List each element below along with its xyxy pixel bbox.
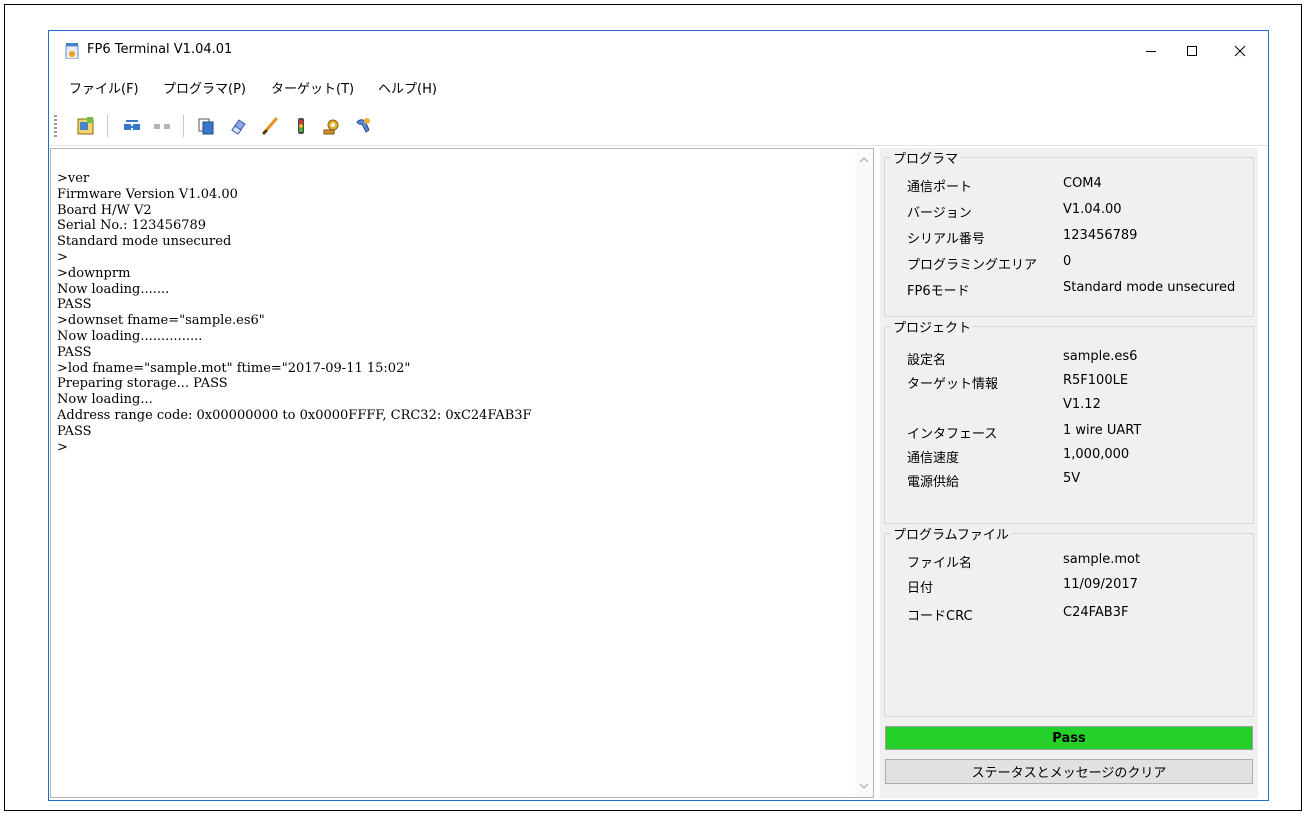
programmer-group-title: プログラマ [891, 148, 961, 167]
window-title: FP6 Terminal V1.04.01 [87, 42, 233, 57]
programmer-value-version: V1.04.00 [1063, 202, 1122, 217]
programmer-value-mode: Standard mode unsecured [1063, 280, 1236, 295]
terminal-output[interactable]: >ver Firmware Version V1.04.00 Board H/W… [50, 148, 874, 798]
program-file-label-crc: コードCRC [907, 609, 973, 624]
programmer-label-area: プログラミングエリア [907, 258, 1038, 273]
menu-target[interactable]: ターゲット(T) [271, 78, 354, 97]
programmer-value-serial: 123456789 [1063, 228, 1138, 243]
project-value-power: 5V [1063, 471, 1081, 486]
programmer-label-serial: シリアル番号 [907, 232, 985, 247]
program-file-group: プログラムファイル ファイル名 sample.mot 日付 11/09/2017… [884, 524, 1254, 717]
project-label-target: ターゲット情報 [907, 377, 999, 392]
toolbar [49, 101, 1268, 146]
programmer-label-port: 通信ポート [907, 180, 973, 195]
menu-file[interactable]: ファイル(F) [69, 78, 139, 97]
maximize-button[interactable] [1165, 31, 1219, 71]
project-value-setting: sample.es6 [1063, 349, 1138, 364]
info-panel: プログラマ 通信ポート COM4 バージョン V1.04.00 シリアル番号 1… [880, 148, 1258, 798]
program-file-value-name: sample.mot [1063, 552, 1141, 567]
app-icon [65, 43, 79, 60]
toolbar-separator [183, 115, 184, 137]
status-light-icon[interactable] [288, 113, 314, 139]
scroll-down-arrow-icon[interactable] [855, 777, 873, 795]
project-label-interface: インタフェース [907, 427, 998, 442]
status-bar: Pass [885, 726, 1253, 750]
programmer-value-port: COM4 [1063, 176, 1102, 191]
program-file-label-date: 日付 [907, 581, 934, 596]
program-file-value-date: 11/09/2017 [1063, 577, 1138, 592]
open-project-icon[interactable] [73, 113, 99, 139]
tools-icon[interactable] [350, 113, 376, 139]
terminal-scrollbar[interactable] [855, 149, 873, 797]
scroll-up-arrow-icon[interactable] [855, 151, 873, 169]
toolbar-grip[interactable] [54, 115, 57, 137]
project-group: プロジェクト 設定名 sample.es6 ターゲット情報 R5F100LE V… [884, 317, 1254, 524]
menu-programmer[interactable]: プログラマ(P) [163, 78, 246, 97]
project-label-setting: 設定名 [907, 353, 947, 368]
menu-bar: ファイル(F) プログラマ(P) ターゲット(T) ヘルプ(H) [49, 73, 1268, 99]
toolbar-separator [107, 115, 108, 137]
erase-icon[interactable] [225, 113, 251, 139]
terminal-text: >ver Firmware Version V1.04.00 Board H/W… [57, 171, 532, 455]
project-value-interface: 1 wire UART [1063, 423, 1142, 438]
close-button[interactable] [1213, 31, 1267, 71]
programmer-label-version: バージョン [907, 206, 972, 221]
copy-icon[interactable] [193, 113, 219, 139]
project-value-target-version: V1.12 [1063, 397, 1101, 412]
programmer-value-area: 0 [1063, 254, 1072, 269]
clear-status-button[interactable]: ステータスとメッセージのクリア [885, 759, 1253, 784]
program-file-value-crc: C24FAB3F [1063, 605, 1129, 620]
program-file-label-name: ファイル名 [907, 556, 973, 571]
project-label-power: 電源供給 [907, 475, 960, 490]
project-value-target: R5F100LE [1063, 373, 1129, 388]
menu-help[interactable]: ヘルプ(H) [378, 78, 437, 97]
project-label-speed: 通信速度 [907, 451, 960, 466]
connect-icon[interactable] [119, 113, 145, 139]
settings-icon[interactable] [319, 113, 345, 139]
disconnect-icon[interactable] [149, 113, 175, 139]
programmer-group: プログラマ 通信ポート COM4 バージョン V1.04.00 シリアル番号 1… [884, 148, 1254, 317]
app-window: FP6 Terminal V1.04.01 ファイル(F) プログラマ(P) タ… [48, 30, 1269, 801]
project-value-speed: 1,000,000 [1063, 447, 1130, 462]
program-file-group-title: プログラムファイル [891, 524, 1011, 543]
title-bar[interactable]: FP6 Terminal V1.04.01 [49, 31, 1268, 71]
write-icon[interactable] [257, 113, 283, 139]
project-group-title: プロジェクト [891, 317, 974, 336]
programmer-label-mode: FP6モード [907, 284, 970, 299]
